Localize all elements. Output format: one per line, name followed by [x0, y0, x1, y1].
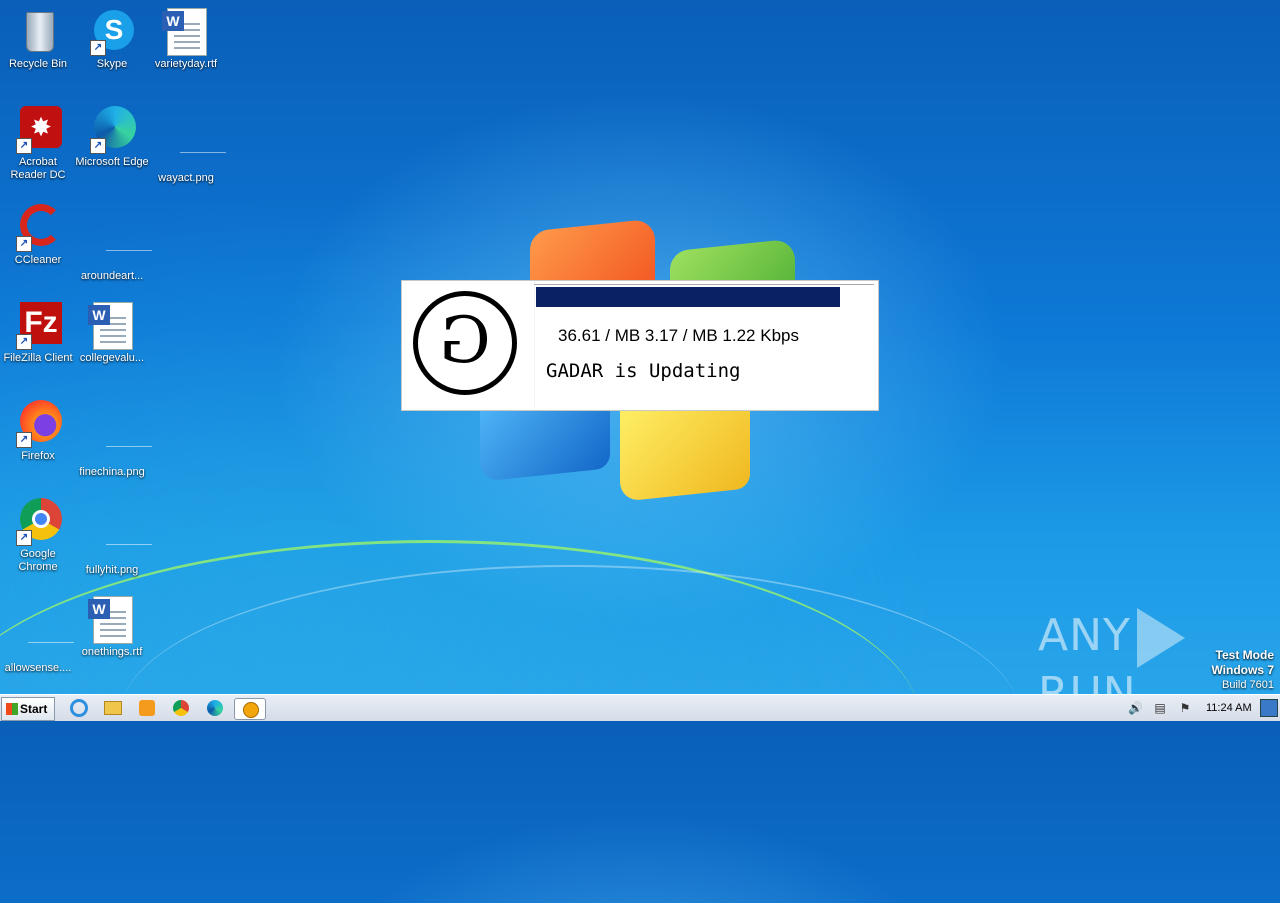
ie-icon[interactable]: [68, 698, 90, 718]
acrobat-reader-icon: ✸ ↗: [14, 106, 62, 154]
explorer-icon[interactable]: [102, 698, 124, 718]
chrome-icon: ↗: [14, 498, 62, 546]
media-player-icon[interactable]: [136, 698, 158, 718]
show-desktop-button[interactable]: [1260, 699, 1278, 717]
update-status-text: GADAR is Updating: [546, 360, 741, 382]
chrome-icon[interactable]: [170, 698, 192, 718]
gadar-logo-icon: G: [413, 291, 517, 395]
windows-logo-icon: [6, 703, 18, 715]
desktop-icon-allowsense[interactable]: allowsense....: [0, 596, 76, 675]
filezilla-icon: Fz ↗: [14, 302, 62, 350]
desktop-icon-finechina-png[interactable]: finechina.png: [74, 400, 152, 479]
word-document-icon: W: [162, 8, 210, 56]
play-icon: [1136, 608, 1185, 668]
test-mode-notice: Test Mode Windows 7 Build 7601: [1211, 648, 1274, 691]
skype-icon: S ↗: [88, 8, 136, 56]
desktop-icon-microsoft-edge[interactable]: ↗ Microsoft Edge: [74, 106, 150, 169]
clock[interactable]: 11:24 AM: [1206, 702, 1252, 714]
desktop-icon-google-chrome[interactable]: ↗ Google Chrome: [0, 498, 76, 574]
recycle-bin-icon: [14, 8, 62, 56]
image-file-icon: [162, 122, 226, 170]
word-document-icon: W: [88, 302, 136, 350]
desktop-icon-acrobat-reader[interactable]: ✸ ↗ Acrobat Reader DC: [0, 106, 76, 182]
desktop-icon-aroundeart[interactable]: aroundeart...: [74, 204, 152, 283]
action-center-flag-icon[interactable]: ⚑: [1178, 701, 1192, 715]
desktop-icon-ccleaner[interactable]: ↗ CCleaner: [0, 204, 76, 267]
file-icon: [14, 612, 74, 660]
desktop-icon-filezilla[interactable]: Fz ↗ FileZilla Client: [0, 302, 76, 365]
gadar-app-taskbar-button[interactable]: [234, 698, 266, 720]
gadar-app-icon: [243, 702, 259, 718]
progress-bar-fill: [536, 287, 840, 307]
firefox-icon: ↗: [14, 400, 62, 448]
edge-icon: ↗: [88, 106, 136, 154]
image-file-icon: [88, 416, 152, 464]
ccleaner-icon: ↗: [14, 204, 62, 252]
desktop-icon-recycle-bin[interactable]: Recycle Bin: [0, 8, 76, 71]
file-icon: [88, 220, 152, 268]
network-icon[interactable]: ▤: [1153, 701, 1167, 715]
desktop-icon-fullyhit-png[interactable]: fullyhit.png: [74, 498, 152, 577]
download-stats: 36.61 / MB 3.17 / MB 1.22 Kbps: [558, 326, 799, 345]
edge-icon[interactable]: [204, 698, 226, 718]
taskbar: Start 🔊 ▤ ⚑ 11:24 AM: [0, 694, 1280, 721]
desktop-icon-collegevalu[interactable]: W collegevalu...: [74, 302, 150, 365]
desktop-icon-skype[interactable]: S ↗ Skype: [74, 8, 150, 71]
image-file-icon: [88, 514, 152, 562]
volume-icon[interactable]: 🔊: [1128, 701, 1143, 715]
updater-window: G 36.61 / MB 3.17 / MB 1.22 Kbps GADAR i…: [402, 281, 878, 410]
word-document-icon: W: [88, 596, 136, 644]
desktop-icon-varietyday-rtf[interactable]: W varietyday.rtf: [148, 8, 224, 71]
desktop-icon-wayact-png[interactable]: wayact.png: [148, 106, 226, 185]
desktop-icon-onethings-rtf[interactable]: W onethings.rtf: [74, 596, 150, 659]
start-button[interactable]: Start: [1, 697, 55, 721]
desktop-icon-firefox[interactable]: ↗ Firefox: [0, 400, 76, 463]
